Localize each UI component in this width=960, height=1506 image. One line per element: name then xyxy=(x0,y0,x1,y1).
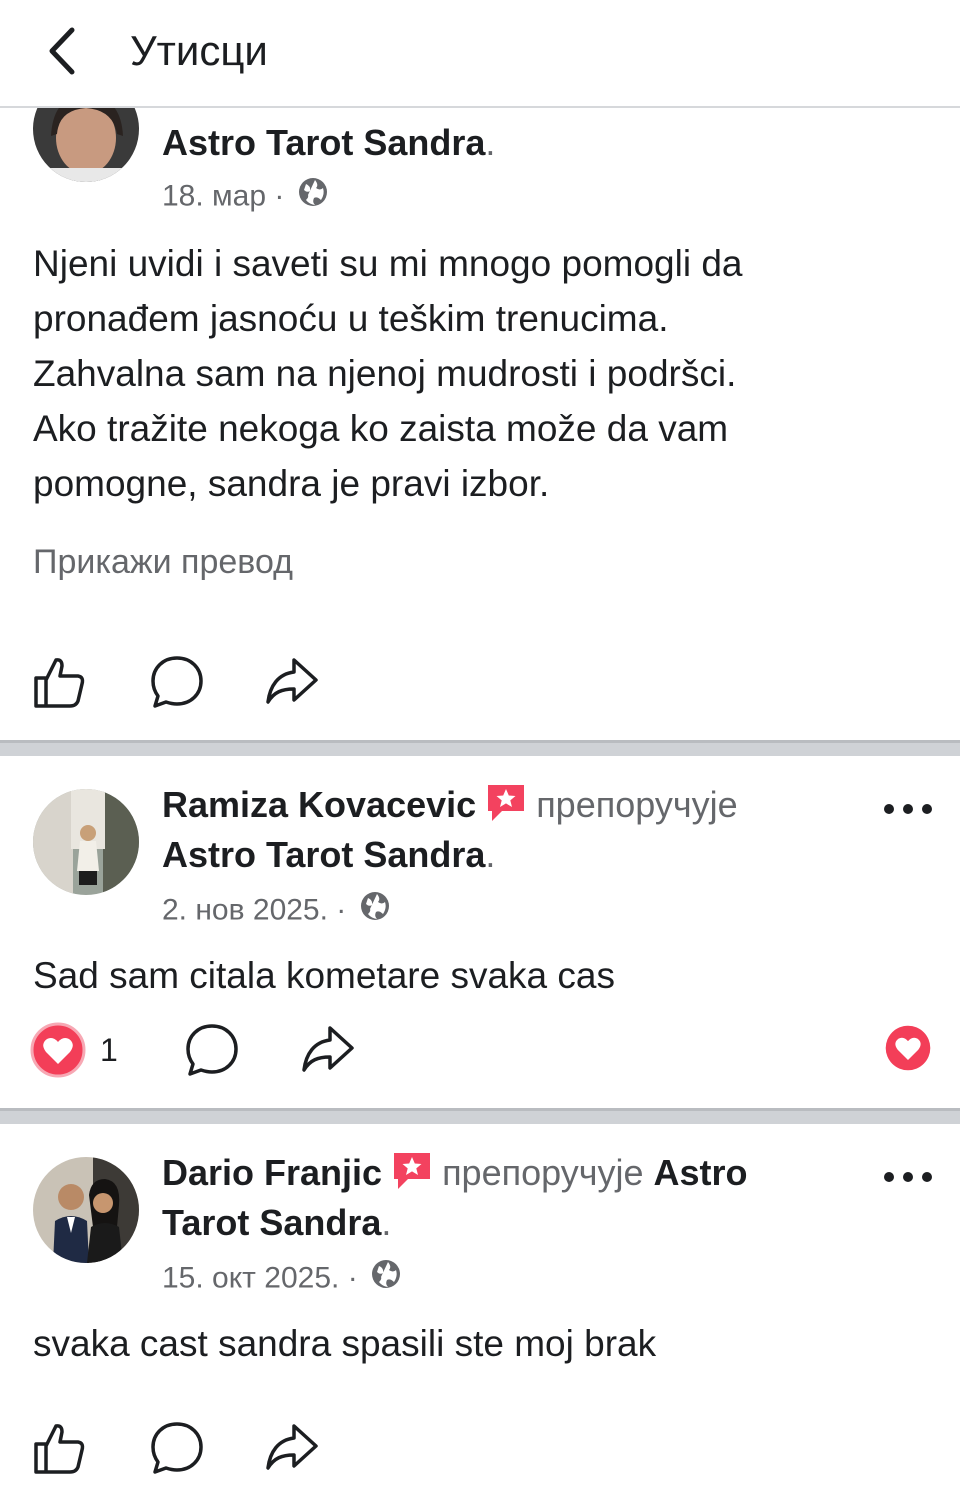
meta-separator: · xyxy=(336,893,347,927)
avatar[interactable] xyxy=(33,789,139,895)
page-name-link[interactable]: Astro Tarot Sandra xyxy=(162,834,485,875)
globe-icon xyxy=(297,176,329,219)
recommend-badge-icon xyxy=(484,781,528,836)
like-button[interactable] xyxy=(32,654,88,710)
post-meta: 18. мар · xyxy=(162,176,329,219)
review-text-line: Njeni uvidi i saveti su mi mnogo pomogli… xyxy=(33,243,743,284)
comment-icon xyxy=(151,1422,203,1474)
comment-icon xyxy=(186,1024,238,1076)
more-options-button[interactable] xyxy=(880,794,936,824)
meta-separator: · xyxy=(274,179,285,213)
review-header-line: Astro Tarot Sandra. xyxy=(162,118,495,168)
review-text: Njeni uvidi i saveti su mi mnogo pomogli… xyxy=(33,236,923,511)
comment-button[interactable] xyxy=(149,1420,205,1476)
comment-button[interactable] xyxy=(184,1022,240,1078)
globe-icon xyxy=(370,1258,402,1301)
page-name-link[interactable]: Astro xyxy=(654,1152,748,1193)
period: . xyxy=(381,1202,392,1243)
review-text-line: pomogne, sandra je pravi izbor. xyxy=(33,463,550,504)
heart-icon xyxy=(885,1025,931,1071)
review-text: svaka cast sandra spasili ste moj brak xyxy=(33,1323,657,1364)
share-button[interactable] xyxy=(300,1022,356,1078)
review-post-3: Dario Franjic препоручује Astro Tarot San… xyxy=(0,1124,960,1506)
review-header-line: Dario Franjic препоручује Astro xyxy=(162,1148,748,1204)
reaction-count: 1 xyxy=(100,1032,118,1068)
globe-icon xyxy=(359,890,391,933)
comment-icon xyxy=(151,656,203,708)
recommends-text: препоручује xyxy=(442,1152,644,1193)
post-date[interactable]: 2. нов 2025. xyxy=(162,893,328,926)
more-options-button[interactable] xyxy=(880,1162,936,1192)
comment-button[interactable] xyxy=(149,654,205,710)
period: . xyxy=(485,122,496,163)
review-post-1: Astro Tarot Sandra. 18. мар · Njeni uvid… xyxy=(0,0,960,740)
post-divider xyxy=(0,740,960,756)
like-icon xyxy=(34,1424,85,1474)
post-divider xyxy=(0,1108,960,1124)
like-icon xyxy=(34,658,85,708)
review-text-line: Ako tražite nekoga ko zaista može da vam xyxy=(33,408,729,449)
post-date[interactable]: 18. мар xyxy=(162,179,266,212)
review-text-line: pronađem jasnoću u teškim trenucima. xyxy=(33,298,669,339)
author-name[interactable]: Dario Franjic xyxy=(162,1152,382,1193)
share-button[interactable] xyxy=(264,1420,320,1476)
review-header-line: Ramiza Kovacevic препоручује xyxy=(162,780,738,836)
heart-icon xyxy=(30,1022,86,1078)
recommend-badge-icon xyxy=(390,1149,434,1204)
post-date[interactable]: 15. окт 2025. xyxy=(162,1261,339,1294)
avatar[interactable] xyxy=(33,1157,139,1263)
top-bar: Утисци xyxy=(0,0,960,108)
post-meta: 15. окт 2025. · xyxy=(162,1258,402,1301)
review-header-line-2: Tarot Sandra. xyxy=(162,1198,391,1248)
back-button[interactable] xyxy=(40,22,90,80)
share-icon xyxy=(266,1424,318,1470)
page-name-link-continued[interactable]: Tarot Sandra xyxy=(162,1202,381,1243)
page-title: Утисци xyxy=(130,27,268,74)
love-react-button[interactable] xyxy=(884,1024,932,1072)
recommends-text: препоручује xyxy=(536,784,738,825)
share-icon xyxy=(266,658,318,704)
see-translation-link[interactable]: Прикажи превод xyxy=(33,540,293,584)
post-meta: 2. нов 2025. · xyxy=(162,890,391,933)
chevron-left-icon xyxy=(49,27,75,75)
meta-separator: · xyxy=(347,1261,358,1295)
page-name-link[interactable]: Astro Tarot Sandra xyxy=(162,122,485,163)
share-button[interactable] xyxy=(264,654,320,710)
like-button[interactable] xyxy=(32,1420,88,1476)
author-name[interactable]: Ramiza Kovacevic xyxy=(162,784,476,825)
share-icon xyxy=(302,1026,354,1072)
review-header-line-2: Astro Tarot Sandra. xyxy=(162,830,495,880)
more-icon xyxy=(884,804,932,814)
period: . xyxy=(485,834,496,875)
review-post-2: Ramiza Kovacevic препоручује Astro Tarot … xyxy=(0,756,960,1108)
more-icon xyxy=(884,1172,932,1182)
reaction-summary[interactable] xyxy=(30,1022,86,1078)
review-text-line: Zahvalna sam na njenoj mudrosti i podršc… xyxy=(33,353,737,394)
review-text: Sad sam citala kometare svaka cas xyxy=(33,955,615,996)
